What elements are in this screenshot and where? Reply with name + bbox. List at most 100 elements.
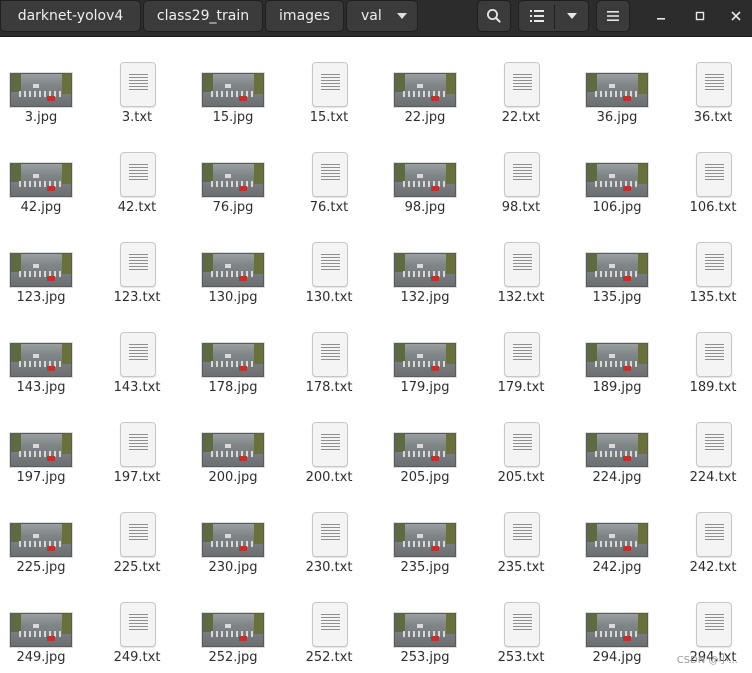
text-file-item[interactable]: 205.txt bbox=[473, 397, 569, 485]
text-document-icon bbox=[504, 422, 540, 467]
text-document-icon bbox=[120, 242, 156, 287]
file-name-label: 224.txt bbox=[689, 470, 737, 485]
text-file-item[interactable]: 225.txt bbox=[89, 487, 185, 575]
image-file-item[interactable]: 252.jpg bbox=[185, 577, 281, 665]
text-file-item[interactable]: 135.txt bbox=[665, 217, 752, 305]
image-file-item[interactable]: 130.jpg bbox=[185, 217, 281, 305]
text-file-item[interactable]: 143.txt bbox=[89, 307, 185, 395]
breadcrumb-images[interactable]: images bbox=[265, 0, 344, 32]
text-file-item[interactable]: 253.txt bbox=[473, 577, 569, 665]
text-document-icon bbox=[504, 512, 540, 557]
image-file-item[interactable]: 230.jpg bbox=[185, 487, 281, 575]
image-thumbnail bbox=[10, 343, 72, 377]
file-name-label: 130.jpg bbox=[208, 290, 258, 305]
text-file-item[interactable]: 189.txt bbox=[665, 307, 752, 395]
file-name-label: 123.jpg bbox=[16, 290, 66, 305]
image-file-item[interactable]: 179.jpg bbox=[377, 307, 473, 395]
file-name-label: 235.txt bbox=[497, 560, 545, 575]
text-file-item[interactable]: 98.txt bbox=[473, 127, 569, 215]
image-file-item[interactable]: 132.jpg bbox=[377, 217, 473, 305]
image-file-item[interactable]: 189.jpg bbox=[569, 307, 665, 395]
file-name-label: 178.jpg bbox=[208, 380, 258, 395]
image-thumbnail bbox=[10, 613, 72, 647]
text-file-item[interactable]: 76.txt bbox=[281, 127, 377, 215]
image-file-item[interactable]: 42.jpg bbox=[0, 127, 89, 215]
text-file-item[interactable]: 106.txt bbox=[665, 127, 752, 215]
image-thumbnail bbox=[394, 163, 456, 197]
minimize-button[interactable] bbox=[651, 6, 671, 26]
text-document-icon bbox=[696, 512, 732, 557]
file-name-label: 3.jpg bbox=[24, 110, 58, 125]
image-thumbnail bbox=[394, 73, 456, 107]
image-file-item[interactable]: 205.jpg bbox=[377, 397, 473, 485]
text-file-item[interactable]: 252.txt bbox=[281, 577, 377, 665]
text-file-item[interactable]: 123.txt bbox=[89, 217, 185, 305]
image-thumbnail bbox=[202, 433, 264, 467]
file-name-label: 225.txt bbox=[113, 560, 161, 575]
text-document-icon bbox=[312, 602, 348, 647]
image-file-item[interactable]: 249.jpg bbox=[0, 577, 89, 665]
text-file-item[interactable]: 15.txt bbox=[281, 37, 377, 125]
breadcrumb-val[interactable]: val bbox=[346, 0, 418, 32]
text-document-icon bbox=[504, 602, 540, 647]
image-file-item[interactable]: 294.jpg bbox=[569, 577, 665, 665]
text-file-item[interactable]: 178.txt bbox=[281, 307, 377, 395]
text-file-item[interactable]: 242.txt bbox=[665, 487, 752, 575]
text-file-item[interactable]: 249.txt bbox=[89, 577, 185, 665]
image-file-item[interactable]: 143.jpg bbox=[0, 307, 89, 395]
file-name-label: 249.txt bbox=[113, 650, 161, 665]
close-button[interactable] bbox=[726, 6, 746, 26]
file-name-label: 235.jpg bbox=[400, 560, 450, 575]
file-name-label: 253.txt bbox=[497, 650, 545, 665]
image-file-item[interactable]: 76.jpg bbox=[185, 127, 281, 215]
image-file-item[interactable]: 200.jpg bbox=[185, 397, 281, 485]
file-name-label: 205.jpg bbox=[400, 470, 450, 485]
image-file-item[interactable]: 178.jpg bbox=[185, 307, 281, 395]
text-file-item[interactable]: 197.txt bbox=[89, 397, 185, 485]
file-name-label: 252.jpg bbox=[208, 650, 258, 665]
file-name-label: 178.txt bbox=[305, 380, 353, 395]
text-file-item[interactable]: 235.txt bbox=[473, 487, 569, 575]
search-button[interactable] bbox=[477, 0, 511, 32]
text-file-item[interactable]: 22.txt bbox=[473, 37, 569, 125]
text-file-item[interactable]: 179.txt bbox=[473, 307, 569, 395]
image-file-item[interactable]: 22.jpg bbox=[377, 37, 473, 125]
image-file-item[interactable]: 106.jpg bbox=[569, 127, 665, 215]
maximize-button[interactable] bbox=[690, 6, 710, 26]
text-file-item[interactable]: 224.txt bbox=[665, 397, 752, 485]
image-thumbnail bbox=[394, 433, 456, 467]
text-file-item[interactable]: 36.txt bbox=[665, 37, 752, 125]
image-file-item[interactable]: 224.jpg bbox=[569, 397, 665, 485]
image-thumbnail bbox=[10, 523, 72, 557]
image-file-item[interactable]: 123.jpg bbox=[0, 217, 89, 305]
text-file-item[interactable]: 230.txt bbox=[281, 487, 377, 575]
chevron-down-icon[interactable] bbox=[567, 13, 577, 19]
file-name-label: 36.jpg bbox=[596, 110, 638, 125]
image-file-item[interactable]: 197.jpg bbox=[0, 397, 89, 485]
file-name-label: 132.txt bbox=[497, 290, 545, 305]
file-name-label: 230.jpg bbox=[208, 560, 258, 575]
file-name-label: 22.txt bbox=[501, 110, 541, 125]
image-file-item[interactable]: 36.jpg bbox=[569, 37, 665, 125]
file-name-label: 200.txt bbox=[305, 470, 353, 485]
image-file-item[interactable]: 242.jpg bbox=[569, 487, 665, 575]
main-menu-button[interactable] bbox=[596, 0, 630, 32]
text-file-item[interactable]: 42.txt bbox=[89, 127, 185, 215]
text-file-item[interactable]: 200.txt bbox=[281, 397, 377, 485]
image-file-item[interactable]: 15.jpg bbox=[185, 37, 281, 125]
breadcrumb-class29-train[interactable]: class29_train bbox=[143, 0, 263, 32]
view-toggle-button[interactable] bbox=[518, 0, 589, 32]
breadcrumb-darknet-yolov4[interactable]: darknet-yolov4 bbox=[0, 0, 141, 32]
image-file-item[interactable]: 98.jpg bbox=[377, 127, 473, 215]
text-file-item[interactable]: 132.txt bbox=[473, 217, 569, 305]
image-file-item[interactable]: 253.jpg bbox=[377, 577, 473, 665]
image-file-item[interactable]: 235.jpg bbox=[377, 487, 473, 575]
file-name-label: 76.txt bbox=[309, 200, 349, 215]
image-file-item[interactable]: 3.jpg bbox=[0, 37, 89, 125]
text-file-item[interactable]: 130.txt bbox=[281, 217, 377, 305]
image-thumbnail bbox=[586, 523, 648, 557]
image-file-item[interactable]: 135.jpg bbox=[569, 217, 665, 305]
file-name-label: 294.jpg bbox=[592, 650, 642, 665]
text-file-item[interactable]: 3.txt bbox=[89, 37, 185, 125]
image-file-item[interactable]: 225.jpg bbox=[0, 487, 89, 575]
